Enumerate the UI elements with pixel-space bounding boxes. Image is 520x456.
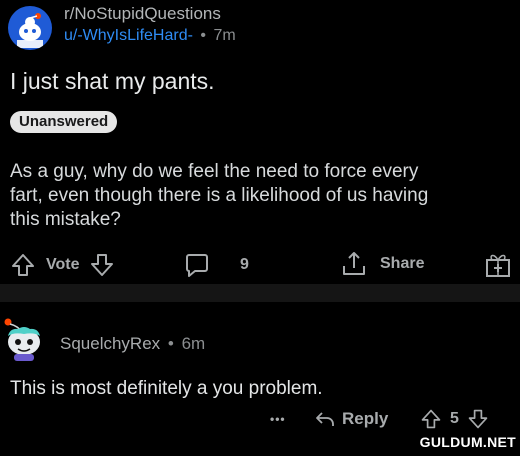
post-body: As a guy, why do we feel the need to for… [10,160,510,232]
downvote-icon[interactable] [467,408,489,430]
site-watermark: GULDUM.NET [419,434,516,450]
vote-group: Vote [10,252,115,278]
share-button[interactable]: Share [340,250,424,278]
award-button[interactable] [484,251,512,279]
post-age: 7m [213,27,236,44]
more-options-button[interactable]: ••• [270,412,286,426]
reply-icon [314,408,336,430]
post-body-line: this mistake? [10,209,121,230]
post-flair[interactable]: Unanswered [10,111,118,133]
upvote-icon[interactable] [10,252,36,278]
subreddit-avatar[interactable] [8,6,52,50]
comment-count: 9 [240,256,249,273]
reply-label: Reply [342,409,389,428]
upvote-icon[interactable] [420,408,442,430]
reddit-alien-icon [17,13,43,48]
post-body-line: As a guy, why do we feel the need to for… [10,161,419,182]
comments-button[interactable]: 9 [184,252,249,278]
commenter-avatar[interactable] [0,314,48,362]
comment-score: 5 [450,410,459,427]
award-gift-icon [484,251,512,279]
post-card: r/NoStupidQuestions u/-WhyIsLifeHard- • … [0,0,520,284]
more-options-icon: ••• [270,412,286,426]
post-author[interactable]: u/-WhyIsLifeHard- [64,27,193,44]
section-divider [0,284,520,302]
comment-icon [184,252,210,278]
comment-card: SquelchyRex • 6m This is most definitely… [0,302,520,456]
share-icon [340,250,368,278]
comment-age: 6m [181,334,206,353]
comment-body: This is most definitely a you problem. [10,378,323,399]
subreddit-name[interactable]: r/NoStupidQuestions [64,4,221,24]
downvote-icon[interactable] [89,252,115,278]
meta-separator: • [200,27,206,44]
snoo-avatar-icon [4,318,40,361]
comment-meta: SquelchyRex • 6m [60,334,205,354]
post-body-line: fart, even though there is a likelihood … [10,185,429,206]
reply-button[interactable]: Reply [314,408,388,430]
vote-label: Vote [46,256,80,273]
share-label: Share [380,255,425,272]
meta-separator: • [167,334,174,353]
comment-author[interactable]: SquelchyRex [60,334,160,353]
post-title[interactable]: I just shat my pants. [10,68,215,95]
comment-vote-group: 5 [420,408,489,430]
post-meta: u/-WhyIsLifeHard- • 7m [64,27,236,45]
